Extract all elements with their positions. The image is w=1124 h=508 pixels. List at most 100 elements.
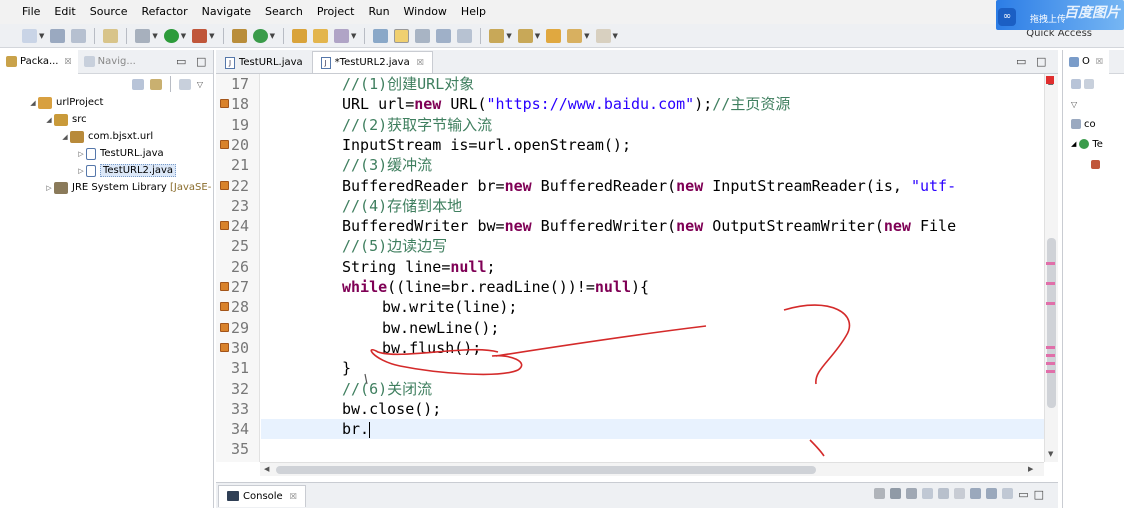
- external-tools-icon[interactable]: [192, 28, 208, 43]
- code-line[interactable]: //(5)边读边写: [261, 236, 1044, 256]
- close-icon[interactable]: ☒: [290, 492, 297, 501]
- tab-outline[interactable]: O ☒: [1063, 49, 1110, 74]
- view-menu-icon[interactable]: ▽: [197, 80, 203, 89]
- clear-console-icon[interactable]: [922, 488, 934, 499]
- code-line[interactable]: bw.flush();: [261, 338, 1044, 358]
- error-marker[interactable]: [1046, 362, 1055, 365]
- error-marker[interactable]: [1046, 370, 1055, 373]
- tab-navigator[interactable]: Navig...: [78, 50, 142, 74]
- code-line[interactable]: URL url=new URL("https://www.baidu.com")…: [261, 94, 1044, 114]
- menu-search[interactable]: Search: [258, 0, 310, 24]
- tree-item-file[interactable]: ▷ TestURL.java: [0, 145, 213, 162]
- new-java-class-icon[interactable]: [252, 28, 268, 43]
- tab-testurl2[interactable]: J *TestURL2.java ☒: [311, 51, 433, 73]
- code-line[interactable]: //(4)存储到本地: [261, 196, 1044, 216]
- menu-run[interactable]: Run: [361, 0, 396, 24]
- overview-ruler[interactable]: [1042, 74, 1058, 464]
- scrollbar-thumb[interactable]: [276, 466, 816, 474]
- code-line[interactable]: //(3)缓冲流: [261, 155, 1044, 175]
- chevron-down-icon[interactable]: ▼: [270, 32, 275, 40]
- pin-console-icon[interactable]: [970, 488, 982, 499]
- last-edit-location-icon[interactable]: [546, 28, 562, 43]
- link-with-editor-icon[interactable]: [149, 78, 162, 90]
- tree-item-src[interactable]: ◢ src: [0, 111, 213, 128]
- forward-icon[interactable]: [595, 28, 611, 43]
- maximize-icon[interactable]: □: [1034, 488, 1044, 501]
- tab-package-explorer[interactable]: Packa... ☒: [0, 49, 78, 74]
- block-selection-icon[interactable]: [415, 28, 431, 43]
- error-marker[interactable]: [1046, 282, 1055, 285]
- toggle-mark-occurrences-icon[interactable]: [373, 28, 389, 43]
- error-marker-icon[interactable]: [220, 180, 229, 190]
- minimize-icon[interactable]: ▭: [176, 55, 186, 68]
- chevron-down-icon[interactable]: ▼: [613, 32, 618, 40]
- view-menu-icon[interactable]: ▽: [1071, 100, 1077, 109]
- scroll-left-icon[interactable]: ◀: [264, 465, 269, 473]
- error-marker-icon[interactable]: [220, 342, 229, 352]
- chevron-down-icon[interactable]: ▼: [152, 32, 157, 40]
- error-marker-icon[interactable]: [220, 282, 229, 291]
- error-marker-icon[interactable]: [220, 139, 229, 149]
- code-line[interactable]: while((line=br.readLine())!=null){: [261, 277, 1044, 297]
- minimize-icon[interactable]: ▭: [1018, 488, 1028, 501]
- menu-file[interactable]: File: [0, 0, 47, 24]
- tree-item-jre[interactable]: ▷ JRE System Library [JavaSE-: [0, 179, 213, 196]
- minimize-icon[interactable]: ▭: [1016, 55, 1026, 68]
- horizontal-scrollbar[interactable]: ◀ ▶: [260, 462, 1044, 476]
- error-marker[interactable]: [1046, 302, 1055, 305]
- maximize-icon[interactable]: □: [196, 55, 206, 68]
- menu-edit[interactable]: Edit: [47, 0, 82, 24]
- code-line[interactable]: bw.newLine();: [261, 318, 1044, 338]
- chevron-down-icon[interactable]: ▼: [584, 32, 589, 40]
- hide-fields-icon[interactable]: [1084, 79, 1094, 89]
- new-icon[interactable]: [22, 28, 37, 43]
- outline-item-class[interactable]: ◢ Te: [1063, 134, 1124, 154]
- tab-testurl[interactable]: J TestURL.java: [216, 51, 312, 73]
- open-task-icon[interactable]: [312, 28, 328, 43]
- code-line[interactable]: br.: [261, 419, 1044, 440]
- code-line[interactable]: //(1)创建URL对象: [261, 74, 1044, 94]
- outline-item-imports[interactable]: co: [1063, 114, 1124, 134]
- close-icon[interactable]: ☒: [65, 57, 72, 66]
- remove-launch-icon[interactable]: [890, 488, 902, 499]
- run-icon[interactable]: [163, 28, 179, 43]
- terminate-icon[interactable]: [874, 488, 886, 499]
- code-line[interactable]: BufferedWriter bw=new BufferedWriter(new…: [261, 216, 1044, 236]
- code-line[interactable]: BufferedReader br=new BufferedReader(new…: [261, 176, 1044, 196]
- collapse-arrow-icon[interactable]: ▷: [76, 167, 86, 175]
- code-line[interactable]: bw.write(line);: [261, 297, 1044, 317]
- tree-item-file-selected[interactable]: ▷ TestURL2.java: [0, 162, 213, 179]
- upload-badge[interactable]: ∞ 拖拽上传 百度图片: [996, 0, 1124, 30]
- menu-help[interactable]: Help: [454, 0, 493, 24]
- tree-item-project[interactable]: ◢ urlProject: [0, 94, 213, 111]
- expand-arrow-icon[interactable]: ◢: [44, 116, 54, 124]
- maximize-icon[interactable]: □: [1036, 55, 1046, 68]
- error-marker-icon[interactable]: [220, 221, 229, 231]
- error-marker-icon[interactable]: [220, 302, 229, 312]
- expand-arrow-icon[interactable]: ◢: [28, 99, 38, 107]
- tree-item-package[interactable]: ◢ com.bjsxt.url: [0, 128, 213, 145]
- focus-icon[interactable]: [178, 78, 191, 90]
- open-type-icon[interactable]: [291, 28, 307, 43]
- menu-source[interactable]: Source: [83, 0, 135, 24]
- expand-arrow-icon[interactable]: ◢: [60, 133, 70, 141]
- close-icon[interactable]: ☒: [1096, 57, 1103, 66]
- toggle-word-wrap-icon[interactable]: [394, 28, 410, 43]
- code-area[interactable]: //(1)创建URL对象 URL url=new URL("https://www…: [261, 74, 1044, 462]
- collapse-all-icon[interactable]: [131, 78, 144, 90]
- menu-project[interactable]: Project: [310, 0, 362, 24]
- code-line[interactable]: //(6)关闭流: [261, 379, 1044, 399]
- chevron-down-icon[interactable]: ▼: [535, 32, 540, 40]
- error-marker-icon[interactable]: [220, 322, 229, 332]
- pilcrow-icon[interactable]: [457, 28, 473, 43]
- back-icon[interactable]: [567, 28, 583, 43]
- new-java-package-icon[interactable]: [231, 28, 247, 43]
- display-console-icon[interactable]: [986, 488, 998, 499]
- tab-console[interactable]: Console ☒: [218, 484, 306, 507]
- menu-refactor[interactable]: Refactor: [135, 0, 195, 24]
- save-all-icon[interactable]: [71, 28, 87, 43]
- line-number-gutter[interactable]: 17 18 19 20 21 22 23 24 25 26 27 28 29 30 31 32 33 34 35: [216, 74, 260, 462]
- code-line[interactable]: String line=null;: [261, 257, 1044, 277]
- debug-icon[interactable]: [135, 28, 151, 43]
- error-marker-icon[interactable]: [220, 99, 229, 109]
